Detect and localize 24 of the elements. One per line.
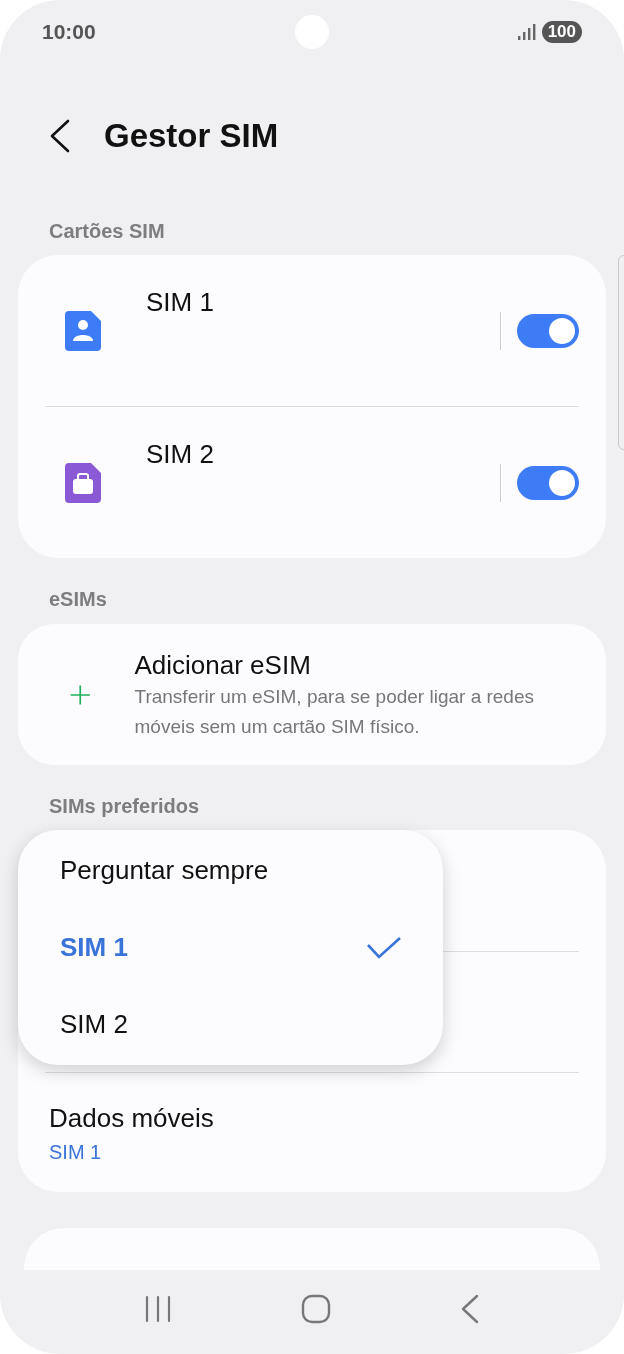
menu-item[interactable]: Perguntar sempre xyxy=(18,832,443,909)
recent-apps-icon[interactable] xyxy=(144,1295,173,1323)
page-title: Gestor SIM xyxy=(104,116,279,157)
mobile-data-value: SIM 1 xyxy=(49,1140,103,1165)
checkmark-icon xyxy=(367,936,401,959)
mobile-data-label: Dados móveis xyxy=(49,1102,215,1135)
signal-icon xyxy=(517,24,536,40)
back-icon[interactable] xyxy=(48,119,72,153)
home-icon[interactable] xyxy=(301,1294,331,1324)
add-esim-description: Transferir um eSIM, para se poder ligar a redes móveis sem um cartão SIM físico. xyxy=(134,684,535,739)
toggle-switch[interactable] xyxy=(517,313,579,348)
sim-name: SIM 2 xyxy=(146,438,214,471)
section-title: eSIMs xyxy=(49,587,107,612)
add-esim-card[interactable]: Adicionar eSIM Transferir um eSIM, para se poder ligar a redes móveis sem um cartão SIM físico. xyxy=(18,624,606,765)
add-esim-title: Adicionar eSIM xyxy=(134,648,312,682)
sim-name: SIM 1 xyxy=(146,286,214,319)
battery-level: 100 xyxy=(541,21,582,43)
toggle-switch[interactable] xyxy=(517,465,579,500)
back-nav-icon[interactable] xyxy=(459,1294,480,1324)
menu-item[interactable]: SIM 1 xyxy=(18,909,443,986)
section-title: Cartões SIM xyxy=(49,219,165,244)
menu-item[interactable]: SIM 2 xyxy=(18,986,443,1063)
section-title: SIMs preferidos xyxy=(49,793,200,819)
status-time: 10:00 xyxy=(42,19,96,46)
